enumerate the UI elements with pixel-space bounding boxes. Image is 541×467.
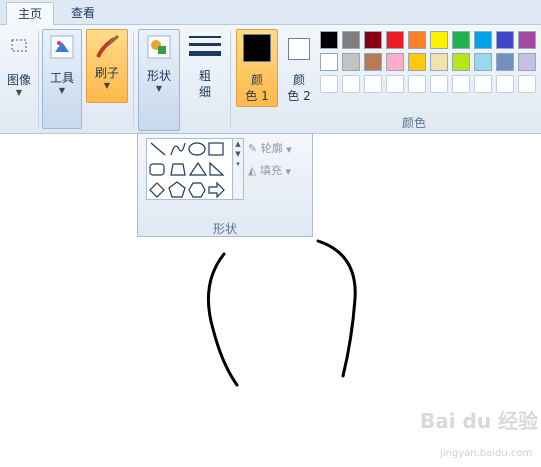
image-label: 图像 <box>6 73 31 87</box>
rounded-rectangle-shape-icon[interactable] <box>149 163 165 176</box>
separator <box>230 31 231 127</box>
palette-swatch[interactable] <box>386 31 404 49</box>
chevron-down-icon: ▼ <box>286 146 292 154</box>
tools-button[interactable]: 工具 ▼ <box>42 29 82 129</box>
chevron-down-icon: ▼ <box>15 88 23 97</box>
chevron-down-icon: ▼ <box>155 84 163 93</box>
palette-swatch[interactable] <box>430 53 448 71</box>
color2-swatch <box>288 38 310 60</box>
color2-label-line1: 颜 <box>292 73 305 87</box>
expand-icon[interactable]: ▾ <box>236 160 240 168</box>
drawn-stroke-right <box>316 239 357 378</box>
fill-label: 填充 <box>259 164 282 177</box>
drawn-stroke-left <box>207 252 239 387</box>
palette-swatch[interactable] <box>364 53 382 71</box>
palette-swatch[interactable] <box>474 31 492 49</box>
color2-label-line2: 色 2 <box>287 89 311 103</box>
palette-swatch[interactable] <box>452 53 470 71</box>
pentagon-shape-icon[interactable] <box>168 181 186 198</box>
size-label-line1: 粗 <box>198 69 211 83</box>
color2-button[interactable]: 颜 色 2 <box>280 29 318 105</box>
shapes-gallery <box>146 138 234 200</box>
line-shape-icon[interactable] <box>150 142 166 156</box>
diamond-shape-icon[interactable] <box>149 182 165 198</box>
shapes-icon <box>147 35 171 59</box>
paint-bucket-icon: ◭ <box>248 164 257 177</box>
shapes-gallery-scrollbar[interactable]: ▲ ▼ ▾ <box>232 138 244 200</box>
palette-swatch[interactable] <box>496 31 514 49</box>
palette-swatch[interactable] <box>430 75 448 93</box>
ribbon: 图像 ▼ 工具 ▼ 刷子 ▼ 形状 ▼ 粗 细 颜 色 1 颜 色 2 颜色 <box>0 25 541 134</box>
image-button[interactable]: 图像 ▼ <box>2 29 36 99</box>
ribbon-tab-bar: 主页 查看 <box>0 0 541 25</box>
select-icon <box>11 39 27 52</box>
palette-swatch[interactable] <box>408 75 426 93</box>
separator <box>133 31 134 127</box>
shapes-group-label: 形状 <box>212 222 237 236</box>
size-button[interactable]: 粗 细 <box>184 29 226 101</box>
color1-button[interactable]: 颜 色 1 <box>236 29 278 107</box>
shapes-label: 形状 <box>146 69 171 83</box>
palette-swatch[interactable] <box>364 31 382 49</box>
oval-shape-icon[interactable] <box>188 142 206 156</box>
palette-swatch[interactable] <box>474 75 492 93</box>
line-width-icon <box>189 36 221 56</box>
palette-swatch[interactable] <box>342 53 360 71</box>
watermark: Bai du 经验 <box>420 409 539 433</box>
color1-label-line1: 颜 <box>250 73 263 87</box>
palette-swatch[interactable] <box>452 31 470 49</box>
palette-swatch[interactable] <box>408 53 426 71</box>
colors-group-label: 颜色 <box>402 116 427 130</box>
palette-swatch[interactable] <box>518 53 536 71</box>
separator <box>38 31 39 127</box>
watermark-url: jingyan.baidu.com <box>440 448 533 459</box>
palette-swatch[interactable] <box>518 31 536 49</box>
chevron-down-icon: ▼ <box>285 168 291 176</box>
palette-swatch[interactable] <box>474 53 492 71</box>
rectangle-shape-icon[interactable] <box>208 142 224 156</box>
chevron-down-icon: ▼ <box>58 86 66 95</box>
palette-swatch[interactable] <box>386 75 404 93</box>
palette-swatch[interactable] <box>364 75 382 93</box>
brush-button[interactable]: 刷子 ▼ <box>86 29 128 103</box>
hexagon-shape-icon[interactable] <box>188 182 206 198</box>
fill-button[interactable]: ◭ 填充 ▼ <box>248 162 291 178</box>
palette-swatch[interactable] <box>320 31 338 49</box>
triangle-shape-icon[interactable] <box>188 161 208 176</box>
outline-label: 轮廓 <box>260 142 283 155</box>
palette-swatch[interactable] <box>430 31 448 49</box>
arrow-shape-icon[interactable] <box>208 181 225 199</box>
palette-swatch[interactable] <box>496 53 514 71</box>
color1-swatch <box>243 34 271 62</box>
shapes-dropdown-panel: ▲ ▼ ▾ ✎ 轮廓 ▼ ◭ 填充 ▼ 形状 <box>137 133 313 237</box>
right-triangle-shape-icon[interactable] <box>209 161 225 176</box>
polygon-shape-icon[interactable] <box>170 163 186 176</box>
palette-swatch[interactable] <box>342 31 360 49</box>
palette-swatch[interactable] <box>408 31 426 49</box>
palette-swatch[interactable] <box>386 53 404 71</box>
brush-icon <box>96 34 119 58</box>
chevron-down-icon: ▼ <box>103 81 111 90</box>
palette-swatch[interactable] <box>496 75 514 93</box>
size-label-line2: 细 <box>198 85 211 99</box>
tools-label: 工具 <box>49 71 74 85</box>
color1-label-line2: 色 1 <box>245 89 269 103</box>
outline-button[interactable]: ✎ 轮廓 ▼ <box>248 140 292 156</box>
shapes-button[interactable]: 形状 ▼ <box>138 29 180 131</box>
tab-home[interactable]: 主页 <box>6 2 54 25</box>
tools-icon <box>50 35 74 59</box>
palette-swatch[interactable] <box>452 75 470 93</box>
palette-swatch[interactable] <box>518 75 536 93</box>
palette-swatch[interactable] <box>342 75 360 93</box>
curve-shape-icon[interactable] <box>170 142 186 156</box>
pencil-icon: ✎ <box>248 142 258 155</box>
palette-swatch[interactable] <box>320 75 338 93</box>
palette-swatch[interactable] <box>320 53 338 71</box>
brush-label: 刷子 <box>94 66 119 80</box>
tab-view[interactable]: 查看 <box>60 2 106 24</box>
